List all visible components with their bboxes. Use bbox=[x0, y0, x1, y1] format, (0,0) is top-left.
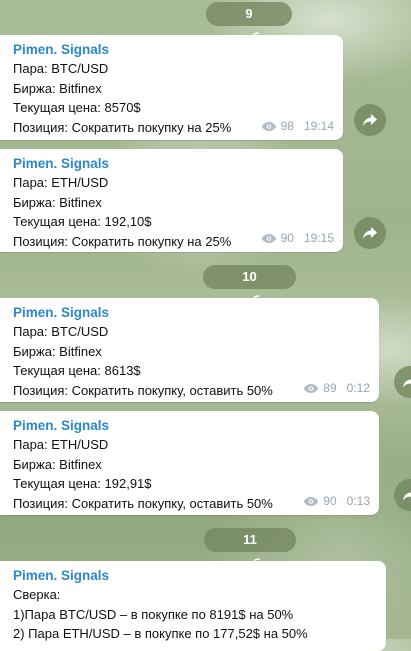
view-count: 98 bbox=[280, 119, 294, 133]
message-time: 19:14 bbox=[303, 119, 334, 133]
share-arrow-icon bbox=[403, 489, 411, 501]
eye-icon bbox=[304, 383, 319, 393]
sender-name[interactable]: Pimen. Signals bbox=[13, 418, 369, 433]
eye-icon bbox=[261, 121, 276, 131]
message-line: Пара: ETH/USD bbox=[13, 175, 109, 190]
message-meta: 89 0:12 bbox=[303, 381, 370, 395]
date-separator: 9 октября bbox=[206, 2, 292, 45]
share-arrow-icon bbox=[363, 227, 377, 239]
message-line: Биржа: Bitfinex bbox=[13, 456, 102, 472]
sender-name[interactable]: Pimen. Signals bbox=[13, 568, 376, 583]
date-separator: 10 октября bbox=[203, 265, 296, 308]
message-line: Текущая цена: 8570$ bbox=[13, 100, 141, 115]
message-line: Текущая цена: 192,10$ bbox=[13, 214, 152, 229]
view-count: 89 bbox=[323, 381, 337, 395]
message-line: Биржа: Bitfinex bbox=[13, 343, 102, 359]
channel-message[interactable]: Pimen. Signals Пара: ETH/USD Биржа: Bitf… bbox=[0, 149, 343, 252]
message-time: 0:12 bbox=[346, 381, 370, 395]
share-button[interactable] bbox=[394, 479, 411, 511]
message-line: Текущая цена: 8613$ bbox=[13, 363, 141, 378]
message-line: Пара: ETH/USD bbox=[13, 437, 109, 452]
share-button[interactable] bbox=[354, 104, 386, 136]
view-count: 90 bbox=[323, 494, 337, 508]
message-time: 19:15 bbox=[303, 231, 334, 245]
message-line: 2) Пара ETH/USD – в покупке по 177,52$ н… bbox=[13, 626, 308, 641]
sender-name[interactable]: Pimen. Signals bbox=[13, 305, 369, 320]
message-meta: 90 0:13 bbox=[303, 494, 370, 508]
message-line: Сверка: bbox=[13, 587, 61, 602]
message-line: Биржа: Bitfinex bbox=[13, 194, 102, 210]
message-line: Пара: BTC/USD bbox=[13, 324, 109, 339]
message-meta: 98 19:14 bbox=[261, 119, 334, 133]
share-button[interactable] bbox=[394, 366, 411, 398]
view-count: 90 bbox=[280, 231, 294, 245]
channel-message[interactable]: Pimen. Signals Пара: BTC/USD Биржа: Bitf… bbox=[0, 298, 379, 402]
channel-message[interactable]: Pimen. Signals Сверка: 1)Пара BTC/USD – … bbox=[0, 561, 386, 651]
message-meta: 90 19:15 bbox=[261, 231, 334, 245]
channel-message[interactable]: Pimen. Signals Пара: BTC/USD Биржа: Bitf… bbox=[0, 35, 343, 140]
channel-message[interactable]: Pimen. Signals Пара: ETH/USD Биржа: Bitf… bbox=[0, 411, 379, 515]
share-arrow-icon bbox=[363, 114, 377, 126]
eye-icon bbox=[304, 496, 319, 506]
date-separator: 11 октября bbox=[204, 528, 296, 571]
message-line: 1)Пара BTC/USD – в покупке по 8191$ на 5… bbox=[13, 606, 294, 622]
sender-name[interactable]: Pimen. Signals bbox=[13, 42, 333, 57]
message-line: Текущая цена: 192,91$ bbox=[13, 476, 152, 491]
message-time: 0:13 bbox=[346, 494, 370, 508]
sender-name[interactable]: Pimen. Signals bbox=[13, 156, 333, 171]
message-line: Биржа: Bitfinex bbox=[13, 80, 102, 96]
message-line: Пара: BTC/USD bbox=[13, 61, 109, 76]
eye-icon bbox=[261, 233, 276, 243]
share-button[interactable] bbox=[354, 217, 386, 249]
share-arrow-icon bbox=[403, 376, 411, 388]
